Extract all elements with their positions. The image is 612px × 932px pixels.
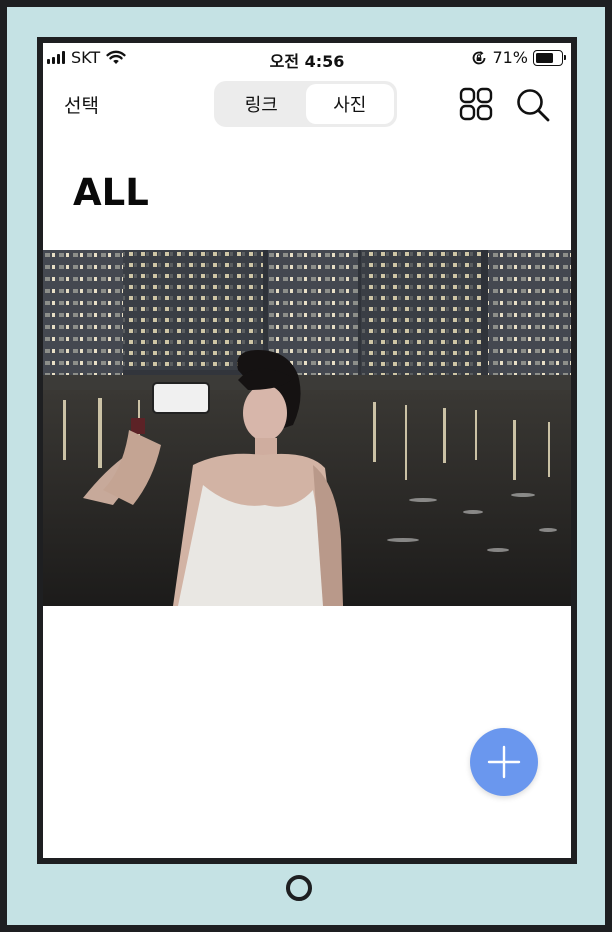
select-button[interactable]: 선택 [64, 91, 99, 118]
battery-percent: 71% [492, 48, 528, 67]
add-button[interactable] [470, 728, 538, 796]
tab-photo[interactable]: 사진 [305, 84, 394, 124]
segmented-control: 링크 사진 [214, 81, 397, 127]
photo-thumbnail[interactable] [43, 250, 571, 606]
grid-view-button[interactable] [459, 87, 493, 121]
phone-screen: SKT 오전 4:56 71% 선택 링크 사진 ALL [37, 37, 577, 864]
grid-view-icon [459, 87, 493, 121]
photo-woman-night-river [43, 250, 571, 606]
tab-link[interactable]: 링크 [217, 84, 306, 124]
battery-icon [533, 49, 566, 66]
battery-fill [536, 52, 554, 63]
home-button[interactable] [286, 875, 312, 901]
status-bar: SKT 오전 4:56 71% [43, 43, 571, 73]
search-icon [517, 89, 550, 122]
search-button[interactable] [515, 87, 551, 123]
plus-icon [487, 745, 521, 779]
page-title: ALL [73, 171, 149, 214]
top-nav: 선택 링크 사진 [43, 81, 571, 131]
orientation-lock-icon [473, 50, 486, 64]
status-right: 71% [471, 48, 566, 67]
device-frame: SKT 오전 4:56 71% 선택 링크 사진 ALL [7, 7, 605, 925]
